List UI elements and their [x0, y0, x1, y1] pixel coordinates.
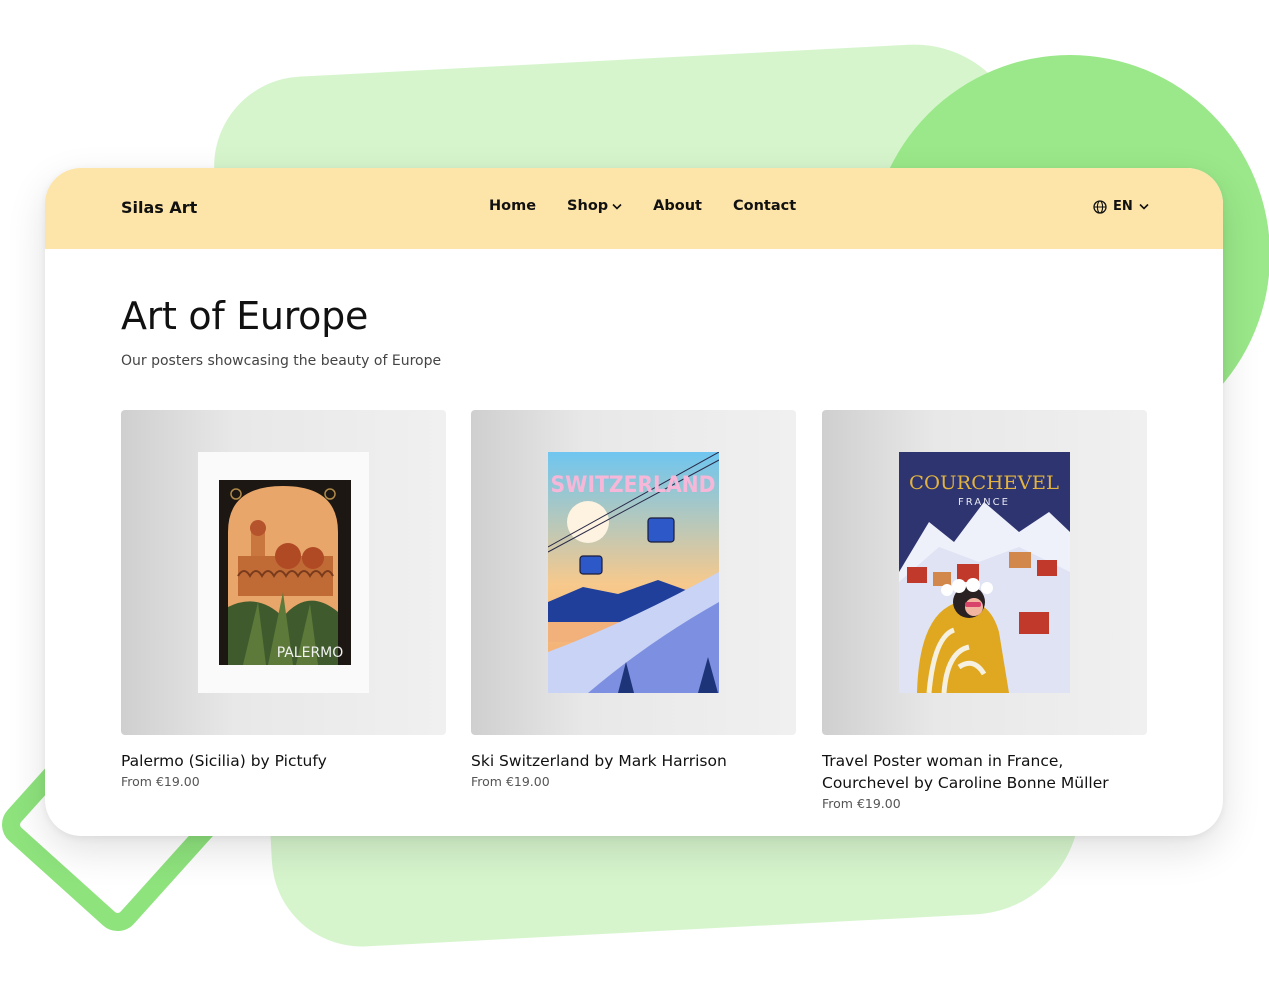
product-card[interactable]: PALERMO Palermo (Sicilia) by Pictufy Fro… — [121, 410, 446, 789]
poster-courchevel: COURCHEVEL FRANCE — [899, 452, 1070, 693]
product-title[interactable]: Travel Poster woman in France, Courcheve… — [822, 750, 1147, 794]
poster-switzerland: SWITZERLAND — [548, 452, 719, 693]
page-title: Art of Europe — [121, 294, 369, 338]
nav-shop-label: Shop — [567, 198, 609, 214]
product-card[interactable]: SWITZERLAND Ski Switzerland by Mark Harr… — [471, 410, 796, 789]
nav-contact[interactable]: Contact — [733, 198, 796, 214]
poster-switzerland-text: SWITZERLAND — [551, 473, 716, 498]
poster-courchevel-text: COURCHEVEL — [909, 472, 1059, 494]
product-title[interactable]: Ski Switzerland by Mark Harrison — [471, 750, 796, 772]
page-subtitle: Our posters showcasing the beauty of Eur… — [121, 353, 442, 369]
product-title[interactable]: Palermo (Sicilia) by Pictufy — [121, 750, 446, 772]
product-card[interactable]: COURCHEVEL FRANCE Travel Poster woman in… — [822, 410, 1147, 811]
nav-about-label: About — [653, 198, 702, 214]
product-price: From €19.00 — [822, 796, 901, 811]
product-price: From €19.00 — [471, 774, 550, 789]
nav-contact-label: Contact — [732, 198, 797, 214]
browser-window: Silas Art Home Shop About Contact EN Art… — [45, 168, 1223, 836]
language-label: EN — [1113, 199, 1133, 214]
nav-about[interactable]: About — [653, 198, 702, 214]
poster-palermo-text: PALERMO — [277, 645, 344, 661]
product-image[interactable]: SWITZERLAND — [471, 410, 796, 735]
nav-shop[interactable]: Shop — [567, 198, 622, 214]
poster-courchevel-subtext: FRANCE — [958, 497, 1010, 508]
brand-logo[interactable]: Silas Art — [121, 198, 197, 217]
navbar: Silas Art Home Shop About Contact EN — [45, 168, 1223, 249]
product-image[interactable]: PALERMO — [121, 410, 446, 735]
main-nav: Home Shop About Contact — [489, 198, 796, 214]
language-selector[interactable]: EN — [1093, 199, 1149, 214]
product-image[interactable]: COURCHEVEL FRANCE — [822, 410, 1147, 735]
product-price: From €19.00 — [121, 774, 200, 789]
chevron-down-icon — [1139, 203, 1149, 210]
nav-home[interactable]: Home — [489, 198, 536, 214]
globe-icon — [1093, 199, 1107, 214]
poster-palermo: PALERMO — [198, 452, 369, 693]
chevron-down-icon — [612, 203, 622, 210]
nav-home-label: Home — [489, 198, 537, 214]
